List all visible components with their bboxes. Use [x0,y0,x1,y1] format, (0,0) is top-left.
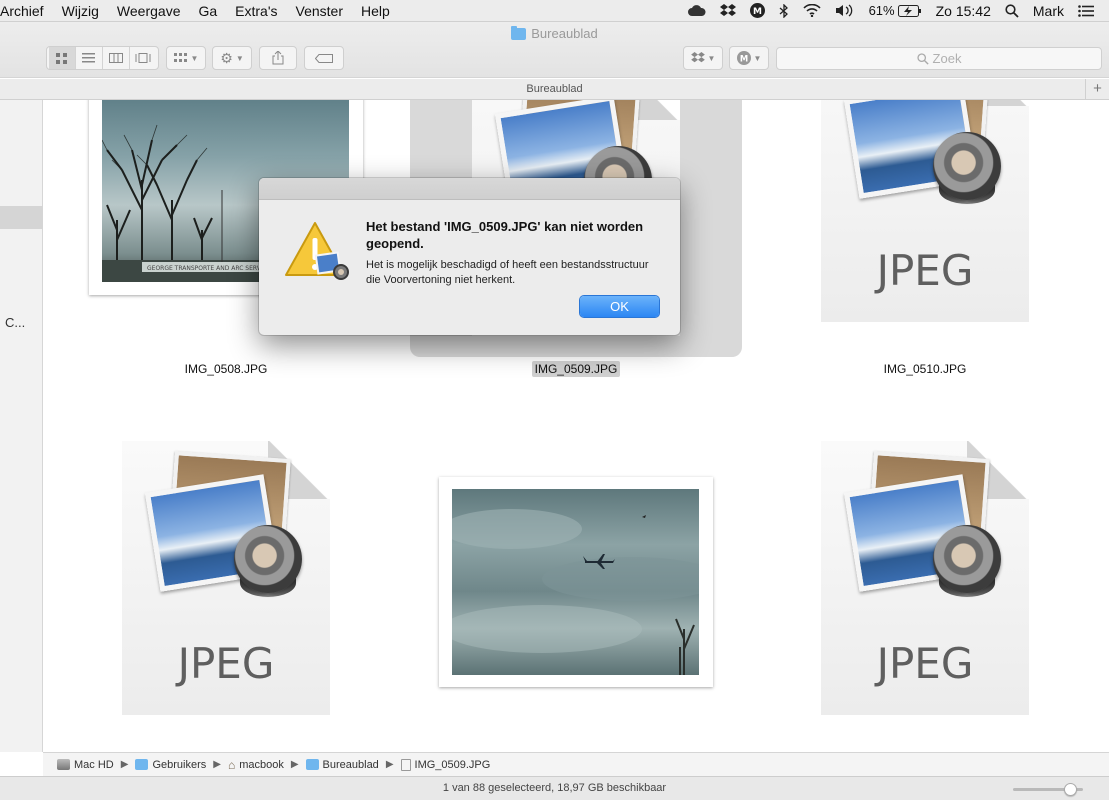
search-field[interactable]: Zoek [776,47,1102,70]
clock[interactable]: Zo 15:42 [929,3,998,19]
svg-text:M: M [739,53,747,63]
menu-wijzig[interactable]: Wijzig [53,0,108,22]
jpeg-document-icon: JPEG [821,100,1029,322]
tab-header: Bureaublad + [0,79,1109,100]
folder-icon [511,25,527,40]
user-name[interactable]: Mark [1026,3,1071,19]
dialog-message: Het is mogelijk beschadigd of heeft een … [366,259,649,286]
path-crumb-label: Bureaublad [322,758,379,771]
dialog-titlebar [259,178,680,200]
gear-icon: ⚙ [220,49,233,66]
window-title: Bureaublad [0,25,1109,41]
battery-percent: 61% [868,3,895,18]
jpeg-document-icon: JPEG [821,441,1029,715]
arrange-button[interactable]: ▼ [166,46,206,70]
m-app-icon[interactable]: M [743,3,772,18]
file-label[interactable]: IMG_0510.JPG [825,362,1025,376]
path-crumb-macbook[interactable]: ⌂ macbook [228,758,284,772]
jpeg-icon-label: JPEG [876,639,974,688]
warning-icon [284,220,350,282]
path-crumb-label: IMG_0509.JPG [414,758,491,771]
cloud-icon[interactable] [681,4,713,17]
photo-caption-text: GEORGE TRANSPORTE AND ARC SERVICE [147,265,271,272]
jpeg-icon-label: JPEG [876,246,974,295]
icon-view-button[interactable] [48,47,76,69]
thumbnail-sky-airplane [439,477,713,687]
chevron-right-icon: ▶ [213,759,221,770]
new-tab-button[interactable]: + [1085,79,1109,99]
menu-bar: Archief Wijzig Weergave Ga Extra's Venst… [0,0,1109,22]
path-crumb-label: Gebruikers [152,758,207,771]
icon-size-slider[interactable] [1013,783,1083,796]
jpeg-document-icon: JPEG [122,441,330,715]
action-button[interactable]: ⚙ ▼ [212,46,252,70]
battery-charging-icon [897,4,922,17]
chevron-down-icon: ▼ [235,53,244,63]
path-bar: Mac HD ▶ Gebruikers ▶ ⌂ macbook ▶ Bureau… [43,752,1109,776]
menu-archief[interactable]: Archief [0,0,53,22]
jpeg-icon-label: JPEG [177,639,275,688]
share-button[interactable] [259,46,297,70]
chevron-right-icon: ▶ [120,759,129,770]
slider-knob[interactable] [1064,783,1077,796]
chevron-right-icon: ▶ [385,759,394,770]
svg-text:M: M [753,7,762,17]
status-text: 1 van 88 geselecteerd, 18,97 GB beschikb… [442,782,667,794]
file-label-text: IMG_0509.JPG [531,361,621,377]
tab-title[interactable]: Bureaublad [526,83,582,95]
window-title-text: Bureaublad [531,26,598,41]
volume-icon[interactable] [828,4,862,17]
spotlight-icon[interactable] [998,3,1026,18]
view-mode-control [46,46,159,70]
menu-ga[interactable]: Ga [189,0,226,22]
home-icon: ⌂ [227,757,236,772]
chevron-down-icon: ▼ [190,53,199,63]
notification-center-icon[interactable] [1071,4,1101,17]
path-crumb-label: Mac HD [74,758,114,771]
chevron-down-icon: ▼ [707,53,716,63]
edit-tags-button[interactable] [304,46,344,70]
menu-venster[interactable]: Venster [287,0,352,22]
dialog-title: Het bestand 'IMG_0509.JPG' kan niet word… [366,219,644,251]
chevron-right-icon: ▶ [290,759,299,770]
folder-icon [305,759,319,770]
path-crumb-label: macbook [239,758,284,771]
sidebar-selected-item[interactable] [0,206,43,229]
dropbox-button[interactable]: ▼ [683,46,723,70]
column-view-button[interactable] [103,47,130,69]
app-menus: Archief Wijzig Weergave Ga Extra's Venst… [0,0,399,22]
menu-weergave[interactable]: Weergave [108,0,190,22]
sky-illustration [452,509,699,675]
m-app-button[interactable]: M ▼ [729,46,769,70]
folder-icon [135,759,149,770]
file-label[interactable]: IMG_0508.JPG [126,362,326,376]
menu-extras[interactable]: Extra's [226,0,286,22]
path-crumb-mac-hd[interactable]: Mac HD [57,759,114,771]
path-crumb-gebruikers[interactable]: Gebruikers [135,759,206,771]
search-placeholder: Zoek [932,51,962,66]
ok-button[interactable]: OK [580,296,659,317]
coverflow-view-button[interactable] [130,47,157,69]
list-view-button[interactable] [76,47,103,69]
status-menus: M 61% Zo 15:42 Mark [681,0,1109,22]
file-label-selected[interactable]: IMG_0509.JPG [476,361,676,377]
search-icon [916,52,929,65]
dropbox-icon[interactable] [713,3,743,18]
path-crumb-bureaublad[interactable]: Bureaublad [305,758,379,771]
bluetooth-icon[interactable] [772,3,796,18]
wifi-icon[interactable] [796,4,828,17]
document-icon [400,758,411,771]
status-bar: 1 van 88 geselecteerd, 18,97 GB beschikb… [0,776,1109,800]
menu-help[interactable]: Help [352,0,399,22]
path-crumb-file[interactable]: IMG_0509.JPG [400,758,491,771]
error-dialog: Het bestand 'IMG_0509.JPG' kan niet word… [259,178,680,335]
hard-disk-icon [57,759,70,770]
finder-toolbar: Bureaublad ▼ ⚙ ▼ ▼ M ▼ Zoek [0,22,1109,78]
chevron-down-icon: ▼ [753,53,762,63]
battery-status[interactable]: 61% [862,3,929,18]
sidebar-item-truncated[interactable]: C... [5,315,25,330]
sidebar: C... [0,100,43,752]
